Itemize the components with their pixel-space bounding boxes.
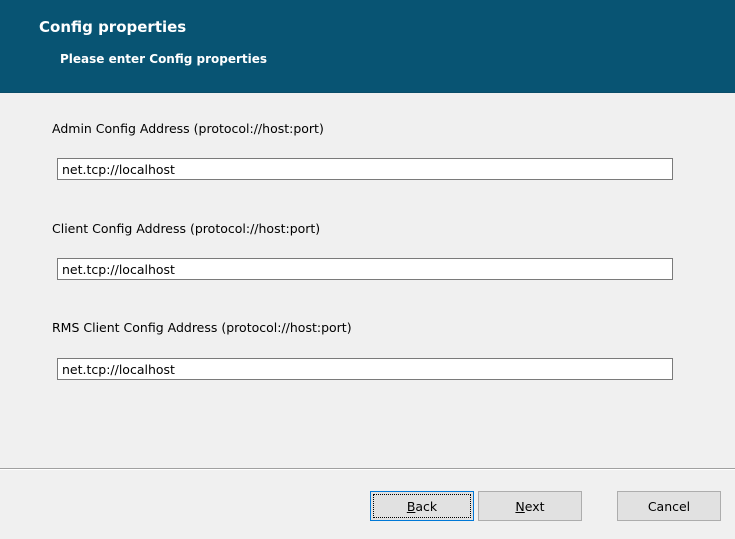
next-button[interactable]: Next [478, 491, 582, 521]
next-button-label: Next [515, 499, 544, 514]
back-button[interactable]: Back [370, 491, 474, 521]
client-config-address-input[interactable] [57, 258, 673, 280]
config-properties-dialog: Config properties Please enter Config pr… [0, 0, 735, 539]
admin-config-address-input[interactable] [57, 158, 673, 180]
back-label-rest: ack [415, 498, 438, 514]
next-label-rest: ext [524, 498, 545, 514]
back-button-label: Back [407, 499, 437, 514]
rms-client-config-address-label: RMS Client Config Address (protocol://ho… [52, 320, 352, 335]
wizard-header-banner: Config properties Please enter Config pr… [0, 0, 735, 93]
next-mnemonic: N [515, 498, 525, 514]
header-subtitle: Please enter Config properties [60, 52, 268, 66]
admin-config-address-label: Admin Config Address (protocol://host:po… [52, 121, 324, 136]
client-config-address-label: Client Config Address (protocol://host:p… [52, 221, 321, 236]
cancel-button[interactable]: Cancel [617, 491, 721, 521]
rms-client-config-address-input[interactable] [57, 358, 673, 380]
header-title: Config properties [39, 18, 187, 36]
footer-separator [0, 468, 735, 470]
cancel-button-label: Cancel [647, 498, 691, 514]
